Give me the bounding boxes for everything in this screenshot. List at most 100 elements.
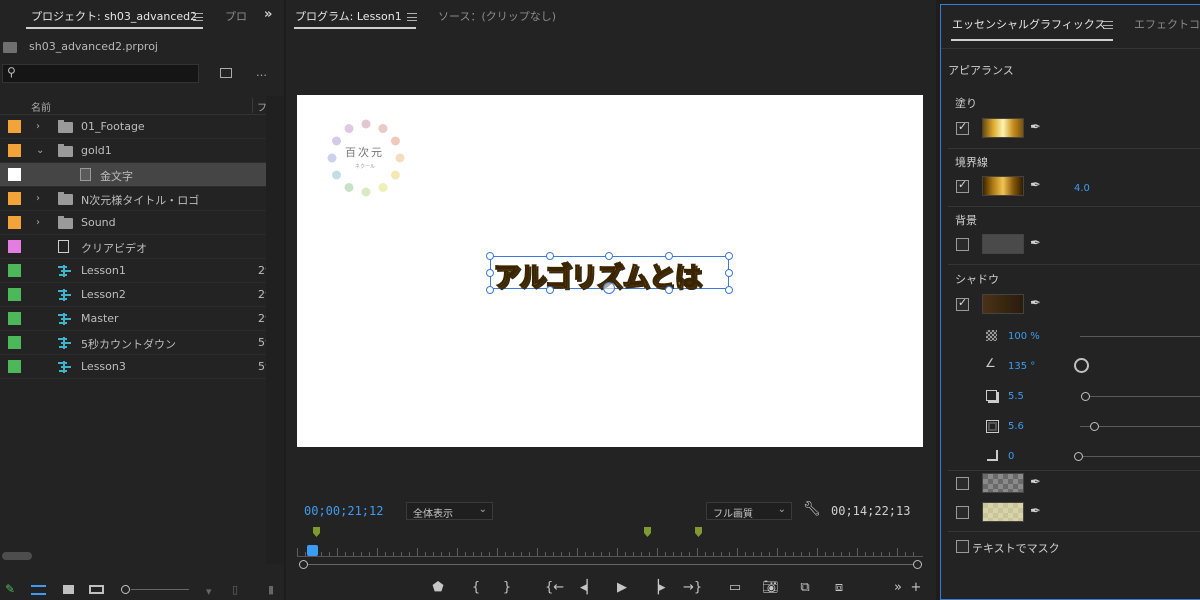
- shadow-opacity-value[interactable]: 100 %: [1008, 331, 1040, 342]
- transform-handle[interactable]: [486, 252, 494, 260]
- button-editor-icon[interactable]: +: [908, 580, 924, 595]
- play-icon[interactable]: ▶: [614, 580, 630, 595]
- anchor-point-icon[interactable]: [603, 282, 615, 294]
- export-frame-icon[interactable]: 📷︎: [762, 580, 779, 595]
- transform-handle[interactable]: [546, 252, 554, 260]
- label-color-chip[interactable]: [8, 336, 21, 349]
- extract-icon[interactable]: ⧈: [831, 580, 847, 595]
- mark-in-icon[interactable]: {: [468, 580, 484, 595]
- label-color-chip[interactable]: [8, 360, 21, 373]
- step-back-icon[interactable]: ◂▏: [580, 580, 597, 595]
- pencil-icon[interactable]: ✎: [5, 582, 15, 596]
- extra-fill-1-checkbox[interactable]: [956, 477, 969, 490]
- column-name[interactable]: 名前: [31, 99, 51, 114]
- extra-fill-1-swatch[interactable]: [982, 473, 1024, 493]
- distance-slider-knob[interactable]: [1081, 392, 1090, 401]
- shadow-eyedropper-icon[interactable]: ✒︎: [1030, 296, 1041, 311]
- list-item[interactable]: › Sound: [0, 211, 266, 235]
- label-color-chip[interactable]: [8, 288, 21, 301]
- icon-view-icon[interactable]: [63, 585, 74, 594]
- transform-handle[interactable]: [546, 286, 554, 294]
- background-eyedropper-icon[interactable]: ✒︎: [1030, 236, 1041, 251]
- new-bin-search-icon[interactable]: [220, 68, 232, 78]
- sort-icon[interactable]: ▾: [206, 585, 212, 598]
- list-item[interactable]: クリアビデオ: [0, 235, 266, 259]
- zoom-slider-knob[interactable]: [121, 585, 130, 594]
- list-item[interactable]: Lesson3 59: [0, 355, 272, 379]
- zoom-dropdown[interactable]: 全体表示 ⌄: [406, 502, 493, 520]
- zoom-bar-left-knob[interactable]: [299, 560, 308, 569]
- chevron-right-icon[interactable]: ›: [36, 193, 40, 204]
- freeform-view-icon[interactable]: [89, 585, 104, 594]
- mask-with-text-checkbox[interactable]: [956, 540, 969, 553]
- blur-slider-knob[interactable]: [1074, 452, 1083, 461]
- extra-fill-2-eyedropper-icon[interactable]: ✒︎: [1030, 504, 1041, 519]
- fill-eyedropper-icon[interactable]: ✒︎: [1030, 120, 1041, 135]
- shadow-distance-value[interactable]: 5.5: [1008, 391, 1024, 402]
- list-item[interactable]: ⌄ gold1: [0, 139, 266, 163]
- extra-fill-2-checkbox[interactable]: [956, 506, 969, 519]
- extra-fill-2-swatch[interactable]: [982, 502, 1024, 522]
- label-color-chip[interactable]: [8, 192, 21, 205]
- tab-project-2[interactable]: プロ: [225, 8, 247, 24]
- shadow-swatch[interactable]: [982, 294, 1024, 314]
- list-item[interactable]: › N次元様タイトル・ロゴ: [0, 187, 266, 211]
- label-color-chip[interactable]: [8, 168, 21, 181]
- shadow-blur-value[interactable]: 0: [1008, 451, 1014, 462]
- lift-icon[interactable]: ⧉: [797, 580, 813, 595]
- transform-handle[interactable]: [665, 286, 673, 294]
- current-timecode[interactable]: 00;00;21;12: [304, 504, 383, 518]
- eg-menu-icon[interactable]: [1103, 21, 1113, 29]
- label-color-chip[interactable]: [8, 120, 21, 133]
- shadow-angle-value[interactable]: 135 °: [1008, 361, 1035, 372]
- fill-swatch[interactable]: [982, 118, 1024, 138]
- add-marker-icon[interactable]: ⬟: [430, 580, 446, 595]
- tab-project[interactable]: プロジェクト: sh03_advanced2: [31, 8, 197, 24]
- go-to-in-icon[interactable]: {←: [545, 580, 564, 595]
- background-swatch[interactable]: [982, 234, 1024, 254]
- tab-program[interactable]: プログラム: Lesson1: [295, 8, 402, 24]
- size-slider-knob[interactable]: [1090, 422, 1099, 431]
- label-color-chip[interactable]: [8, 144, 21, 157]
- shadow-size-value[interactable]: 5.6: [1008, 421, 1024, 432]
- background-checkbox[interactable]: [956, 238, 969, 251]
- label-color-chip[interactable]: [8, 240, 21, 253]
- transform-handle[interactable]: [486, 286, 494, 294]
- list-item[interactable]: Lesson2 29: [0, 283, 272, 307]
- step-forward-icon[interactable]: ▕▸: [649, 580, 666, 595]
- project-menu-icon[interactable]: [193, 13, 203, 21]
- stroke-swatch[interactable]: [982, 176, 1024, 196]
- list-item[interactable]: 金文字: [0, 163, 266, 187]
- stroke-width-value[interactable]: 4.0: [1074, 183, 1090, 194]
- search-input[interactable]: ⚲: [2, 64, 199, 83]
- go-to-out-icon[interactable]: →}: [683, 580, 702, 595]
- list-item[interactable]: Lesson1 29: [0, 259, 272, 283]
- tab-essential-graphics[interactable]: エッセンシャルグラフィックス: [952, 16, 1105, 32]
- playhead[interactable]: [307, 545, 318, 556]
- monitor-time-ruler[interactable]: [297, 540, 923, 560]
- list-view-icon[interactable]: [31, 585, 46, 595]
- transform-handle[interactable]: [725, 286, 733, 294]
- shadow-checkbox[interactable]: [956, 296, 969, 311]
- tab-effect-controls[interactable]: エフェクトコン: [1134, 16, 1200, 32]
- extra-fill-1-eyedropper-icon[interactable]: ✒︎: [1030, 475, 1041, 490]
- program-menu-icon[interactable]: [407, 13, 417, 21]
- safe-margins-icon[interactable]: ▭: [727, 580, 743, 595]
- zoom-bar-right-knob[interactable]: [913, 560, 922, 569]
- chevron-down-icon[interactable]: ⌄: [36, 145, 44, 156]
- title-graphic[interactable]: アルゴリズムとは: [486, 252, 733, 294]
- transform-handle[interactable]: [725, 252, 733, 260]
- panel-overflow-icon[interactable]: »: [264, 7, 272, 22]
- quality-dropdown[interactable]: フル画質 ⌄: [706, 502, 792, 520]
- transform-handle[interactable]: [486, 269, 494, 277]
- transform-handle[interactable]: [665, 252, 673, 260]
- transform-handle[interactable]: [605, 252, 613, 260]
- project-h-scrollbar[interactable]: [2, 552, 32, 560]
- fill-checkbox[interactable]: [956, 120, 969, 135]
- mark-out-icon[interactable]: }: [499, 580, 515, 595]
- label-color-chip[interactable]: [8, 264, 21, 277]
- tab-source[interactable]: ソース：(クリップなし): [438, 8, 556, 24]
- list-item[interactable]: › 01_Footage: [0, 115, 266, 139]
- new-item-icon[interactable]: ▮: [268, 583, 274, 596]
- label-color-chip[interactable]: [8, 216, 21, 229]
